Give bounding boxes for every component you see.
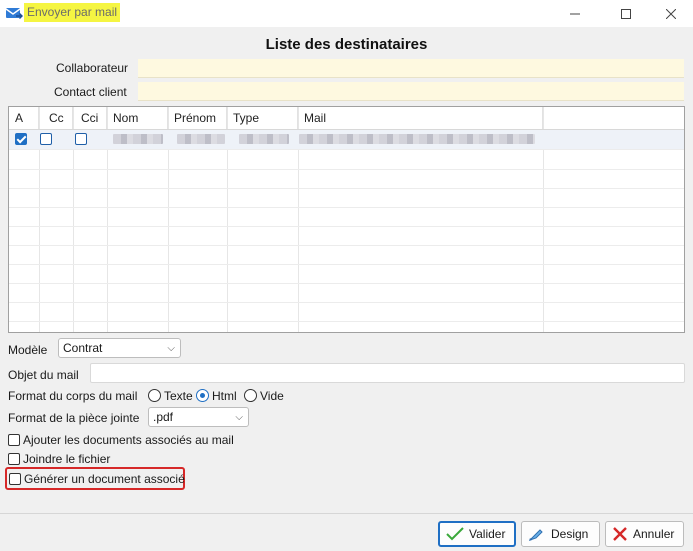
col-cc[interactable]: Cc — [39, 107, 73, 129]
radio-html-label[interactable]: Html — [212, 389, 237, 403]
radio-texte-label[interactable]: Texte — [164, 389, 193, 403]
format-piece-label: Format de la pièce jointe — [8, 411, 140, 425]
type-redacted — [239, 134, 289, 144]
collaborateur-label: Collaborateur — [56, 61, 129, 75]
table-row[interactable] — [9, 283, 684, 303]
mail-icon — [5, 8, 23, 19]
annuler-label: Annuler — [633, 527, 675, 541]
recipients-grid[interactable]: A Cc Cci Nom Prénom Type Mail — [8, 106, 685, 333]
col-type[interactable]: Type — [227, 107, 298, 129]
table-row[interactable] — [9, 207, 684, 227]
table-row[interactable] — [9, 226, 684, 246]
col-mail[interactable]: Mail — [298, 107, 543, 129]
prenom-redacted — [177, 134, 225, 144]
joindre-checkbox[interactable] — [8, 453, 20, 465]
ajouter-checkbox[interactable] — [8, 434, 20, 446]
valider-label: Valider — [469, 527, 506, 541]
row-cci-checkbox[interactable] — [75, 133, 87, 145]
title-bar: Envoyer par mail — [0, 0, 693, 27]
check-icon — [446, 527, 464, 541]
table-row[interactable] — [9, 169, 684, 189]
joindre-label[interactable]: Joindre le fichier — [23, 452, 110, 466]
format-piece-select[interactable]: .pdf ⌵ — [148, 407, 249, 427]
format-corps-label: Format du corps du mail — [8, 389, 138, 403]
minimize-button[interactable] — [552, 0, 598, 27]
ajouter-label[interactable]: Ajouter les documents associés au mail — [23, 433, 234, 447]
mail-redacted — [299, 134, 535, 144]
contact-client-field[interactable] — [138, 82, 684, 101]
generer-checkbox[interactable] — [9, 473, 21, 485]
close-icon — [613, 527, 627, 541]
objet-input[interactable] — [90, 363, 685, 383]
table-row[interactable] — [9, 245, 684, 265]
collaborateur-field[interactable] — [138, 59, 684, 78]
col-nom[interactable]: Nom — [107, 107, 168, 129]
radio-texte[interactable] — [148, 389, 161, 402]
table-row[interactable] — [9, 130, 684, 150]
page-title: Liste des destinataires — [265, 36, 428, 53]
table-row[interactable] — [9, 302, 684, 322]
grid-header: A Cc Cci Nom Prénom Type Mail — [9, 107, 684, 130]
modele-label: Modèle — [8, 343, 48, 357]
divider — [0, 513, 693, 514]
row-a-checkbox[interactable] — [15, 133, 27, 145]
modele-value: Contrat — [63, 341, 103, 355]
table-row[interactable] — [9, 264, 684, 284]
row-cc-checkbox[interactable] — [40, 133, 52, 145]
radio-vide-label[interactable]: Vide — [260, 389, 284, 403]
col-prenom[interactable]: Prénom — [168, 107, 227, 129]
generer-label[interactable]: Générer un document associé — [24, 472, 185, 486]
design-button[interactable]: Design — [521, 521, 600, 547]
table-row[interactable] — [9, 188, 684, 208]
window-title: Envoyer par mail — [24, 3, 121, 22]
format-piece-value: .pdf — [153, 410, 174, 424]
table-row[interactable] — [9, 150, 684, 170]
objet-label: Objet du mail — [8, 368, 79, 382]
design-label: Design — [551, 527, 589, 541]
annuler-button[interactable]: Annuler — [605, 521, 684, 547]
design-icon — [529, 529, 543, 541]
radio-html[interactable] — [196, 389, 209, 402]
radio-vide[interactable] — [244, 389, 257, 402]
valider-button[interactable]: Valider — [438, 521, 516, 547]
contact-client-label: Contact client — [54, 85, 127, 99]
maximize-button[interactable] — [603, 0, 649, 27]
chevron-down-icon: ⌵ — [235, 412, 243, 423]
col-a[interactable]: A — [9, 107, 39, 129]
envoyer-mail-dialog: Envoyer par mail Liste des destinataires… — [0, 0, 693, 551]
nom-redacted — [113, 134, 163, 144]
chevron-down-icon: ⌵ — [167, 343, 175, 354]
col-cci[interactable]: Cci — [73, 107, 107, 129]
close-button[interactable] — [648, 0, 693, 27]
modele-select[interactable]: Contrat ⌵ — [58, 338, 181, 358]
